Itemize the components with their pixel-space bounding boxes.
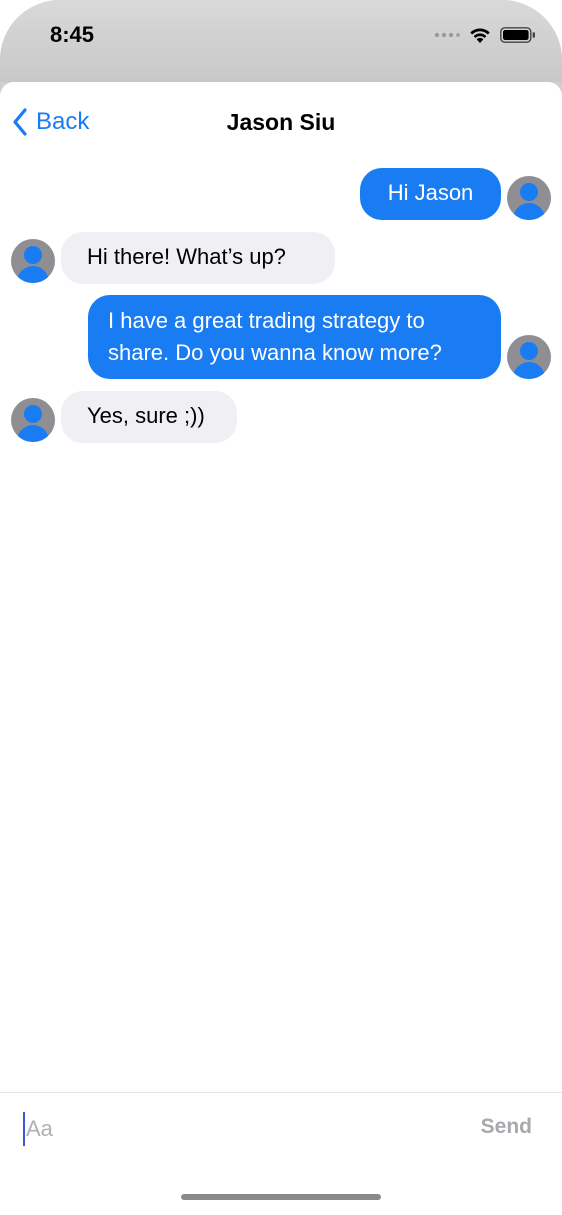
avatar-head xyxy=(24,405,42,423)
avatar xyxy=(11,239,55,283)
status-time: 8:45 xyxy=(50,22,95,47)
send-button[interactable]: Send xyxy=(481,1115,532,1139)
avatar xyxy=(507,335,551,379)
message-text-line: share. Do you wanna know more? xyxy=(108,340,442,365)
phone-frame: 8:45 Back Jason Siu Hi Jason Hi there! W… xyxy=(0,0,562,1215)
message-text: Hi there! What’s up? xyxy=(87,244,286,269)
avatar-body xyxy=(17,425,49,442)
avatar-body xyxy=(513,362,545,379)
outgoing-message-bubble[interactable]: Hi Jason xyxy=(360,168,501,220)
battery-icon xyxy=(500,27,535,43)
avatar-head xyxy=(24,246,42,264)
status-icons xyxy=(434,26,536,44)
avatar-head xyxy=(520,183,538,201)
message-text-line: I have a great trading strategy to xyxy=(108,308,425,333)
outgoing-message-bubble[interactable]: I have a great trading strategy to share… xyxy=(88,295,501,379)
cellular-dots-icon xyxy=(434,32,460,38)
chat-sheet: Back Jason Siu Hi Jason Hi there! What’s… xyxy=(0,82,562,1215)
status-bar: 8:45 xyxy=(0,0,562,82)
contact-name-title: Jason Siu xyxy=(226,109,336,135)
incoming-message-bubble[interactable]: Hi there! What’s up? xyxy=(61,232,335,284)
wifi-icon xyxy=(470,28,490,43)
avatar-body xyxy=(513,203,545,220)
navigation-bar: Back Jason Siu xyxy=(0,82,562,162)
avatar-body xyxy=(17,266,49,283)
avatar xyxy=(11,398,55,442)
message-input[interactable] xyxy=(22,1111,446,1147)
message-text: Yes, sure ;)) xyxy=(87,403,205,428)
text-caret xyxy=(23,1112,25,1146)
avatar-head xyxy=(520,342,538,360)
incoming-message-bubble[interactable]: Yes, sure ;)) xyxy=(61,391,237,443)
message-text: Hi Jason xyxy=(387,180,474,205)
avatar xyxy=(507,176,551,220)
home-indicator[interactable] xyxy=(181,1194,381,1200)
